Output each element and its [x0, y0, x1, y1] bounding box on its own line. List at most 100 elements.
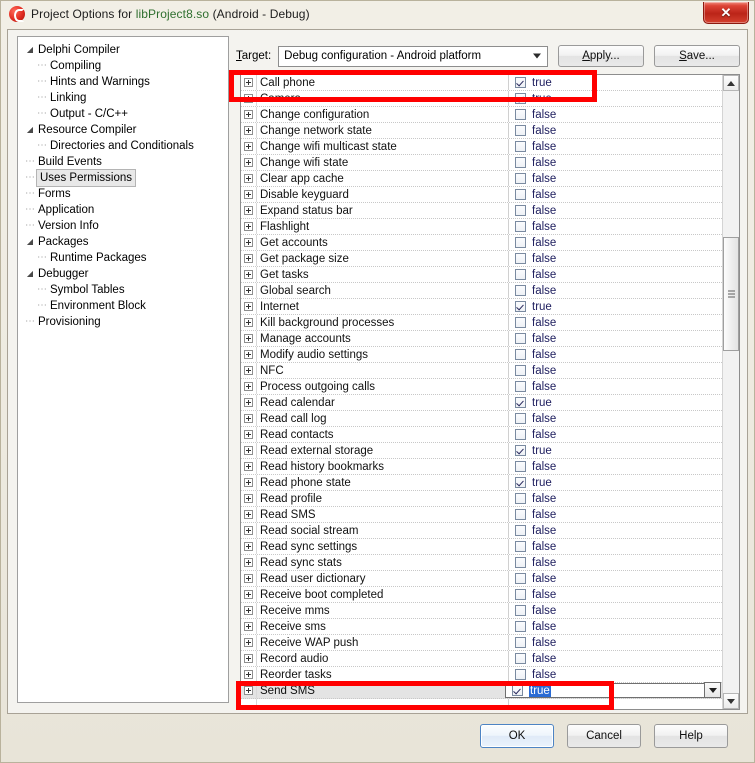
- permissions-scrollbar[interactable]: [722, 75, 739, 709]
- permission-checkbox[interactable]: [515, 237, 526, 248]
- expand-toggle[interactable]: [241, 667, 257, 682]
- permission-value-cell[interactable]: false: [509, 219, 722, 234]
- permission-row[interactable]: Change wifi statefalse: [241, 155, 722, 171]
- permission-value-cell[interactable]: false: [509, 507, 722, 522]
- scroll-up-button[interactable]: [723, 75, 739, 91]
- permission-checkbox[interactable]: [515, 589, 526, 600]
- expand-toggle[interactable]: [241, 107, 257, 122]
- permission-checkbox[interactable]: [515, 573, 526, 584]
- permission-value-cell[interactable]: false: [509, 251, 722, 266]
- scroll-down-button[interactable]: [723, 693, 739, 709]
- sidebar-item-uses-permissions[interactable]: ⋯Uses Permissions: [18, 170, 228, 186]
- sidebar-item-symbol-tables[interactable]: ⋯Symbol Tables: [18, 282, 228, 298]
- expand-toggle[interactable]: [241, 411, 257, 426]
- expand-toggle[interactable]: [241, 587, 257, 602]
- sidebar-item-debugger[interactable]: ◢Debugger: [18, 266, 228, 282]
- ok-button[interactable]: OK: [480, 724, 554, 748]
- permission-value-cell[interactable]: false: [509, 491, 722, 506]
- permission-checkbox[interactable]: [515, 173, 526, 184]
- permission-checkbox[interactable]: [515, 301, 526, 312]
- expand-toggle[interactable]: [241, 267, 257, 282]
- expand-toggle[interactable]: [241, 651, 257, 666]
- permission-row[interactable]: Kill background processesfalse: [241, 315, 722, 331]
- expand-toggle[interactable]: [241, 619, 257, 634]
- permission-value-cell[interactable]: false: [509, 171, 722, 186]
- permission-checkbox[interactable]: [515, 189, 526, 200]
- permission-row[interactable]: Reorder tasksfalse: [241, 667, 722, 683]
- permission-checkbox[interactable]: [515, 637, 526, 648]
- expand-toggle[interactable]: [241, 491, 257, 506]
- permission-value-cell[interactable]: false: [509, 315, 722, 330]
- expand-toggle[interactable]: [241, 219, 257, 234]
- permission-row[interactable]: Read phone statetrue: [241, 475, 722, 491]
- permission-row[interactable]: Change wifi multicast statefalse: [241, 139, 722, 155]
- permission-value-cell[interactable]: false: [509, 635, 722, 650]
- permission-value-cell[interactable]: true: [509, 299, 722, 314]
- permission-checkbox[interactable]: [515, 669, 526, 680]
- expand-toggle[interactable]: [241, 507, 257, 522]
- permission-checkbox[interactable]: [512, 685, 523, 696]
- permission-value-cell[interactable]: false: [509, 459, 722, 474]
- permission-row[interactable]: Flashlightfalse: [241, 219, 722, 235]
- permission-checkbox[interactable]: [515, 429, 526, 440]
- permission-value-cell[interactable]: false: [509, 187, 722, 202]
- expand-toggle[interactable]: [241, 283, 257, 298]
- sidebar-item-environment-block[interactable]: ⋯Environment Block: [18, 298, 228, 314]
- permission-value-cell[interactable]: false: [509, 603, 722, 618]
- sidebar-item-compiling[interactable]: ⋯Compiling: [18, 58, 228, 74]
- permission-value-cell[interactable]: false: [509, 331, 722, 346]
- sidebar-item-application[interactable]: ⋯Application: [18, 202, 228, 218]
- permission-row[interactable]: Get package sizefalse: [241, 251, 722, 267]
- permission-checkbox[interactable]: [515, 621, 526, 632]
- permission-checkbox[interactable]: [515, 317, 526, 328]
- expand-toggle[interactable]: [241, 395, 257, 410]
- sidebar-item-packages[interactable]: ◢Packages: [18, 234, 228, 250]
- permission-value-cell[interactable]: true: [509, 395, 722, 410]
- expand-toggle[interactable]: [241, 139, 257, 154]
- permission-value-cell[interactable]: false: [509, 379, 722, 394]
- expand-toggle[interactable]: [241, 363, 257, 378]
- permission-checkbox[interactable]: [515, 381, 526, 392]
- permission-checkbox[interactable]: [515, 653, 526, 664]
- sidebar-item-provisioning[interactable]: ⋯Provisioning: [18, 314, 228, 330]
- value-dropdown-button[interactable]: [704, 682, 721, 698]
- permission-value-cell[interactable]: false: [509, 283, 722, 298]
- close-button[interactable]: ✕: [703, 2, 749, 24]
- permission-value-cell[interactable]: false: [509, 539, 722, 554]
- expand-toggle[interactable]: [241, 475, 257, 490]
- permission-value-cell[interactable]: false: [509, 667, 722, 682]
- permission-checkbox[interactable]: [515, 365, 526, 376]
- permission-value-cell[interactable]: false: [509, 123, 722, 138]
- expand-toggle[interactable]: [241, 331, 257, 346]
- expand-toggle[interactable]: [241, 251, 257, 266]
- expand-toggle[interactable]: [241, 555, 257, 570]
- permission-checkbox[interactable]: [515, 493, 526, 504]
- expand-toggle[interactable]: [241, 539, 257, 554]
- permission-row[interactable]: Receive WAP pushfalse: [241, 635, 722, 651]
- permission-value-cell[interactable]: false: [509, 411, 722, 426]
- permission-value-cell[interactable]: false: [509, 267, 722, 282]
- sidebar-item-linking[interactable]: ⋯Linking: [18, 90, 228, 106]
- sidebar-item-hints-and-warnings[interactable]: ⋯Hints and Warnings: [18, 74, 228, 90]
- permission-row[interactable]: Read history bookmarksfalse: [241, 459, 722, 475]
- sidebar-item-resource-compiler[interactable]: ◢Resource Compiler: [18, 122, 228, 138]
- permission-value-cell[interactable]: false: [509, 427, 722, 442]
- permission-row[interactable]: Read contactsfalse: [241, 427, 722, 443]
- permission-row[interactable]: Receive boot completedfalse: [241, 587, 722, 603]
- permission-checkbox[interactable]: [515, 77, 526, 88]
- expand-toggle[interactable]: [241, 459, 257, 474]
- permission-value-cell[interactable]: false: [509, 107, 722, 122]
- target-combobox[interactable]: Debug configuration - Android platform: [278, 46, 548, 67]
- permission-row[interactable]: Disable keyguardfalse: [241, 187, 722, 203]
- permission-value-cell[interactable]: false: [509, 235, 722, 250]
- permission-row[interactable]: Send SMStruetrue: [241, 683, 722, 699]
- permission-row[interactable]: Read profilefalse: [241, 491, 722, 507]
- permission-checkbox[interactable]: [515, 141, 526, 152]
- permission-row[interactable]: Cameratrue: [241, 91, 722, 107]
- permission-checkbox[interactable]: [515, 157, 526, 168]
- permission-row[interactable]: Call phonetrue: [241, 75, 722, 91]
- permission-row[interactable]: Internettrue: [241, 299, 722, 315]
- sidebar-item-runtime-packages[interactable]: ⋯Runtime Packages: [18, 250, 228, 266]
- expand-toggle[interactable]: [241, 699, 257, 709]
- permission-checkbox[interactable]: [515, 285, 526, 296]
